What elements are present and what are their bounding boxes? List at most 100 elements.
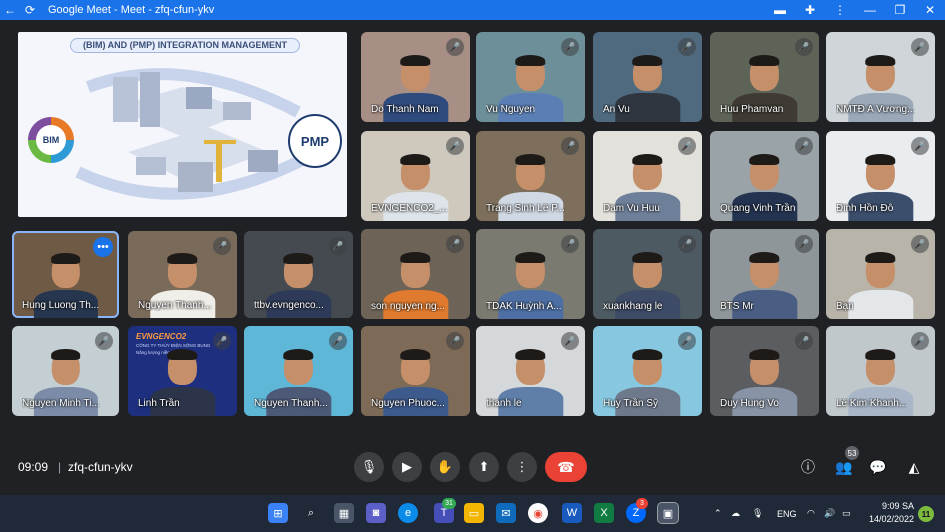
microphone-button[interactable]: 🎙	[354, 452, 384, 482]
participant-tile[interactable]: 🎤 EVNGENCO2_...	[361, 131, 470, 221]
meet-app-icon[interactable]: ▣	[657, 502, 679, 524]
close-button[interactable]: ✕	[915, 0, 945, 20]
participant-tile[interactable]: 🎤 Do Thanh Nam	[361, 32, 470, 122]
participant-tile[interactable]: EVNGENCO2 CÔNG TY THỦY ĐIỆN SÔNG BUNG Nă…	[128, 326, 237, 416]
volume-icon[interactable]: 🔊	[824, 495, 835, 532]
chat-button[interactable]: 💬	[866, 455, 890, 479]
task-view-icon[interactable]: ▦	[334, 503, 354, 523]
participant-tile[interactable]: 🎤 ttbv.evngenco...	[244, 231, 353, 318]
mic-off-icon: 🎤	[446, 137, 464, 155]
participant-tile[interactable]: 🎤 TDAK Huỳnh A...	[476, 229, 585, 319]
activities-button[interactable]: ◭	[902, 455, 926, 479]
extension-icon[interactable]: ✚	[795, 0, 825, 20]
participant-video	[847, 251, 914, 319]
mic-off-icon: 🎤	[329, 237, 347, 255]
participant-tile[interactable]: 🎤 Đinh Hồn Đỗ	[826, 131, 935, 221]
participant-name: thanh le	[486, 398, 522, 409]
participant-name: Nguyen Minh Ti...	[22, 398, 100, 409]
participant-name: Nguyen Phuoc...	[371, 398, 445, 409]
mic-off-icon: 🎤	[329, 332, 347, 350]
tray-mic-icon[interactable]: 🎙	[752, 495, 763, 532]
participant-tile[interactable]: 🎤 BTS Mr	[710, 229, 819, 319]
leave-call-button[interactable]: ☎	[545, 452, 587, 482]
present-icon: ⬆	[478, 459, 490, 474]
battery-icon[interactable]: ▭	[842, 495, 851, 532]
participant-tile[interactable]: 🎤 Quang Vinh Trần	[710, 131, 819, 221]
participant-tile[interactable]: 🎤 Trang Sinh Lê P...	[476, 131, 585, 221]
cloud-icon[interactable]: ☁	[731, 495, 740, 532]
participant-tile[interactable]: 🎤 Vu Nguyen	[476, 32, 585, 122]
mic-off-icon: 🎤	[678, 38, 696, 56]
camera-icon[interactable]: ▬	[765, 0, 795, 20]
search-icon[interactable]: ⌕	[301, 503, 321, 523]
chrome-icon[interactable]: ◉	[528, 503, 548, 523]
mic-off-icon: 🎤	[911, 137, 929, 155]
participant-name: Linh Trần	[138, 398, 180, 409]
participant-tile[interactable]: 🎤 Huy Trần Sỹ	[593, 326, 702, 416]
maximize-button[interactable]: ❐	[885, 0, 915, 20]
participant-name: NMTĐ A Vương...	[836, 104, 916, 115]
zalo-badge: 3	[636, 498, 648, 509]
people-icon: 👥	[835, 458, 853, 475]
participant-tile[interactable]: 🎤 Duy Hung Vo	[710, 326, 819, 416]
participant-tile[interactable]: 🎤 Lê Kim Khanh...	[826, 326, 935, 416]
participant-tile[interactable]: ••• Hung Luong Th...	[12, 231, 119, 318]
word-icon[interactable]: W	[562, 503, 582, 523]
notification-badge[interactable]: 11	[918, 506, 934, 522]
participant-tile[interactable]: 🎤 Nguyen Thanh...	[244, 326, 353, 416]
shared-presentation[interactable]: (BIM) AND (PMP) INTEGRATION MANAGEMENT B…	[18, 32, 347, 217]
participant-tile[interactable]: 🎤 Dam Vu Huu	[593, 131, 702, 221]
window-title: Google Meet - Meet - zfq-cfun-ykv	[48, 4, 215, 16]
meeting-info-button[interactable]: ⓘ	[796, 455, 820, 479]
mic-off-icon: 🎤	[911, 235, 929, 253]
mic-off-icon: 🎤	[561, 137, 579, 155]
tray-chevron-icon[interactable]: ⌃	[714, 495, 722, 532]
file-explorer-icon[interactable]: ▭	[464, 503, 484, 523]
participant-name: Huy Trần Sỹ	[603, 398, 659, 409]
participant-tile[interactable]: 🎤 Bạn	[826, 229, 935, 319]
reload-icon[interactable]: ⟳	[20, 0, 40, 20]
more-options-button[interactable]: ⋮	[507, 452, 537, 482]
participant-tile[interactable]: 🎤 thanh le	[476, 326, 585, 416]
tray-date: 14/02/2022	[868, 514, 914, 524]
minimize-button[interactable]: —	[855, 0, 885, 20]
wifi-icon[interactable]: ◠	[807, 495, 815, 532]
participant-tile[interactable]: 🎤 Nguyen Minh Ti...	[12, 326, 119, 416]
participant-tile[interactable]: 🎤 NMTĐ A Vương...	[826, 32, 935, 122]
language-indicator[interactable]: ENG	[777, 495, 797, 532]
mic-off-icon: 🎤	[446, 235, 464, 253]
participant-tile[interactable]: 🎤 xuankhang le	[593, 229, 702, 319]
camera-button[interactable]: ▶	[392, 452, 422, 482]
microphone-icon: 🎙	[360, 459, 378, 474]
raise-hand-button[interactable]: ✋	[430, 452, 460, 482]
mic-off-icon: 🎤	[911, 38, 929, 56]
participant-tile[interactable]: 🎤 son nguyen ng...	[361, 229, 470, 319]
participant-name: son nguyen ng...	[371, 301, 445, 312]
present-button[interactable]: ⬆	[469, 452, 499, 482]
windows-taskbar: ⊞ ⌕ ▦ ◙ e T 31 ▭ ✉ ◉ W X Z 3 ▣ ⌃ ☁ 🎙 ENG…	[0, 495, 945, 532]
menu-dots-icon[interactable]: ⋮	[825, 0, 855, 20]
pmp-logo: PMP	[288, 114, 342, 168]
mic-off-icon: 🎤	[795, 137, 813, 155]
participant-name: Hung Luong Th...	[22, 300, 100, 311]
bim-logo-text: BIM	[36, 125, 66, 155]
back-arrow-icon[interactable]: ←	[0, 0, 20, 20]
clock-area[interactable]: 9:09 SA 14/02/2022	[862, 500, 914, 526]
participant-tile[interactable]: 🎤 Nguyen Phuoc...	[361, 326, 470, 416]
participant-name: Huu Phamvan	[720, 104, 784, 115]
participant-tile[interactable]: 🎤 Huu Phamvan	[710, 32, 819, 122]
participant-tile[interactable]: 🎤 Nguyen Thanh...	[128, 231, 237, 318]
participant-name: TDAK Huỳnh A...	[486, 301, 562, 312]
participant-name: An Vu	[603, 104, 630, 115]
teams-badge: 31	[442, 498, 456, 509]
excel-icon[interactable]: X	[594, 503, 614, 523]
teams-chat-icon[interactable]: ◙	[366, 503, 386, 523]
participant-tile[interactable]: 🎤 An Vu	[593, 32, 702, 122]
tile-more-options-icon[interactable]: •••	[93, 237, 113, 257]
participant-name: Do Thanh Nam	[371, 104, 439, 115]
mail-icon[interactable]: ✉	[496, 503, 516, 523]
mic-off-icon: 🎤	[911, 332, 929, 350]
edge-browser-icon[interactable]: e	[398, 503, 418, 523]
windows-start-icon[interactable]: ⊞	[268, 503, 288, 523]
participant-name: BTS Mr	[720, 301, 754, 312]
